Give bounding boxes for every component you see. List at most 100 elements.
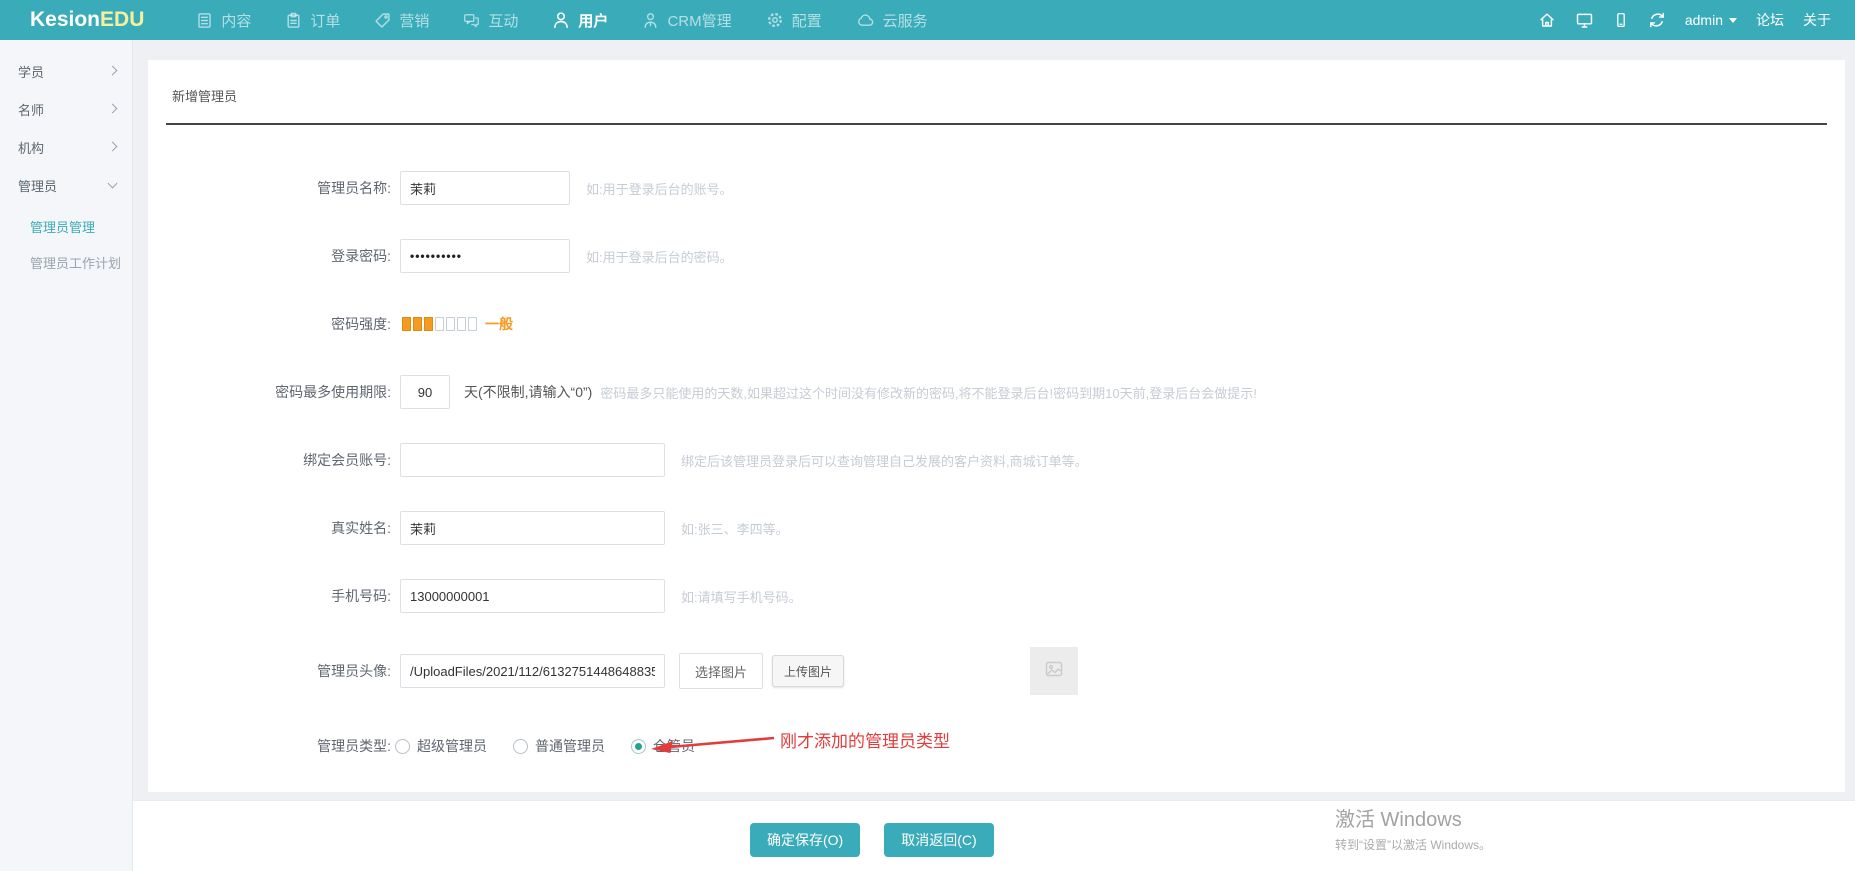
password-expiry-input[interactable] xyxy=(400,375,450,409)
password-strength-level: 一般 xyxy=(485,316,513,332)
admin-name-input[interactable] xyxy=(400,171,570,205)
marketing-icon xyxy=(374,12,391,29)
avatar-label: 管理员头像: xyxy=(317,663,391,679)
nav-item-crm[interactable]: CRM管理 xyxy=(642,10,732,31)
strength-block xyxy=(435,317,444,331)
main-nav: 内容 订单 营销 互动 用户 CRM管理 配置 云服务 xyxy=(196,10,928,31)
choose-image-button[interactable]: 选择图片 xyxy=(679,653,764,689)
password-label: 登录密码: xyxy=(331,248,391,264)
about-link[interactable]: 关于 xyxy=(1803,10,1831,30)
footer-buttons: 确定保存(O) 取消返回(C) xyxy=(750,823,994,857)
top-navbar: KesionEDU 内容 订单 营销 互动 用户 CRM管理 配置 云服务 ad… xyxy=(0,0,1855,40)
mobile-row: 手机号码: 如:请填写手机号码。 xyxy=(148,579,1845,613)
password-expiry-hint: 密码最多只能使用的天数,如果超过这个时间没有修改新的密码,将不能登录后台!密码到… xyxy=(600,385,1257,401)
logo-part-edu: EDU xyxy=(100,8,145,31)
username: admin xyxy=(1684,12,1723,28)
admin-type-option[interactable]: 超级管理员 xyxy=(395,736,487,756)
strength-block xyxy=(413,317,422,331)
chevron-right-icon xyxy=(107,141,118,151)
form-card: 新增管理员 管理员名称: 如:用于登录后台的账号。 登录密码: 如:用于登录后台… xyxy=(148,60,1845,792)
order-icon xyxy=(285,12,302,29)
sidebar-item-label: 管理员 xyxy=(18,178,58,194)
nav-label: 内容 xyxy=(221,12,252,30)
sidebar-item-institutions[interactable]: 机构 xyxy=(0,128,132,166)
nav-item-users[interactable]: 用户 xyxy=(552,10,608,31)
image-placeholder-icon xyxy=(1044,659,1064,684)
nav-label: 营销 xyxy=(399,12,430,30)
password-strength-blocks xyxy=(402,317,479,331)
nav-label: 互动 xyxy=(488,12,519,30)
mobile-input[interactable] xyxy=(400,579,665,613)
avatar-row: 管理员头像: 选择图片 上传图片 xyxy=(148,647,1845,695)
sidebar-item-students[interactable]: 学员 xyxy=(0,52,132,90)
admin-type-option[interactable]: 普通管理员 xyxy=(513,736,605,756)
radio-unchecked-icon[interactable] xyxy=(395,738,410,754)
strength-block xyxy=(424,317,433,331)
cloud-icon xyxy=(856,12,875,29)
content-icon xyxy=(196,12,213,29)
chat-icon xyxy=(463,12,480,29)
app-logo[interactable]: KesionEDU xyxy=(30,8,144,32)
nav-item-marketing[interactable]: 营销 xyxy=(374,10,429,31)
refresh-icon[interactable] xyxy=(1648,11,1666,29)
password-row: 登录密码: 如:用于登录后台的密码。 xyxy=(148,239,1845,273)
home-icon[interactable] xyxy=(1538,11,1556,29)
nav-item-cloud[interactable]: 云服务 xyxy=(856,10,928,31)
member-account-hint: 绑定后该管理员登录后可以查询管理自己发展的客户资料,商城订单等。 xyxy=(681,453,1088,469)
crm-person-icon xyxy=(642,12,659,29)
password-strength-label: 密码强度: xyxy=(331,316,391,332)
footer-bar: 确定保存(O) 取消返回(C) xyxy=(133,800,1855,871)
desktop-icon[interactable] xyxy=(1575,11,1594,29)
chevron-right-icon xyxy=(107,103,118,113)
annotation-arrow-icon xyxy=(650,733,776,764)
real-name-input[interactable] xyxy=(400,511,665,545)
nav-item-content[interactable]: 内容 xyxy=(196,10,251,31)
sidebar-item-administrators[interactable]: 管理员 xyxy=(0,166,132,204)
nav-item-config[interactable]: 配置 xyxy=(766,10,822,31)
nav-label: 云服务 xyxy=(882,12,928,30)
admin-type-label: 管理员类型: xyxy=(317,738,391,754)
caret-down-icon xyxy=(1729,17,1737,23)
main-content: 新增管理员 管理员名称: 如:用于登录后台的账号。 登录密码: 如:用于登录后台… xyxy=(133,40,1855,871)
password-expiry-label: 密码最多使用期限: xyxy=(275,384,391,400)
logo-part-kesion: Kesion xyxy=(30,8,101,31)
nav-label: CRM管理 xyxy=(667,12,732,30)
watermark-line2: 转到“设置”以激活 Windows。 xyxy=(1335,838,1492,852)
sidebar-item-admin-work-plan[interactable]: 管理员工作计划 xyxy=(0,244,132,280)
add-admin-form: 管理员名称: 如:用于登录后台的账号。 登录密码: 如:用于登录后台的密码。 密… xyxy=(148,125,1845,763)
real-name-label: 真实姓名: xyxy=(331,520,391,536)
upload-image-button[interactable]: 上传图片 xyxy=(772,655,845,687)
avatar-preview xyxy=(1030,647,1079,695)
cancel-button[interactable]: 取消返回(C) xyxy=(884,823,994,857)
user-menu[interactable]: admin xyxy=(1685,12,1737,28)
radio-label: 超级管理员 xyxy=(417,738,487,754)
password-strength-row: 密码强度: 一般 xyxy=(148,307,1845,341)
admin-name-hint: 如:用于登录后台的账号。 xyxy=(586,181,733,197)
save-button[interactable]: 确定保存(O) xyxy=(750,823,861,857)
radio-unchecked-icon[interactable] xyxy=(513,738,528,754)
password-expiry-unit: 天(不限制,请输入“0”) xyxy=(464,384,593,400)
real-name-hint: 如:张三、李四等。 xyxy=(681,521,789,537)
mobile-icon[interactable] xyxy=(1613,11,1629,29)
strength-block xyxy=(457,317,466,331)
member-account-label: 绑定会员账号: xyxy=(303,452,391,468)
chevron-right-icon xyxy=(107,65,118,75)
radio-checked-icon[interactable] xyxy=(631,738,646,754)
radio-label: 普通管理员 xyxy=(535,738,605,754)
forum-link[interactable]: 论坛 xyxy=(1756,10,1784,30)
admin-name-label: 管理员名称: xyxy=(317,180,391,196)
admin-name-row: 管理员名称: 如:用于登录后台的账号。 xyxy=(148,171,1845,205)
password-input[interactable] xyxy=(400,239,570,273)
user-icon xyxy=(552,11,570,29)
nav-label: 用户 xyxy=(578,12,609,30)
avatar-path-input[interactable] xyxy=(400,654,665,688)
sidebar-submenu: 管理员管理 管理员工作计划 xyxy=(0,204,132,280)
password-expiry-row: 密码最多使用期限: 天(不限制,请输入“0”) 密码最多只能使用的天数,如果超过… xyxy=(148,375,1845,409)
member-account-input[interactable] xyxy=(400,443,665,477)
nav-item-orders[interactable]: 订单 xyxy=(285,10,340,31)
nav-item-interaction[interactable]: 互动 xyxy=(463,10,518,31)
sidebar: 学员 名师 机构 管理员 管理员管理 管理员工作计划 xyxy=(0,40,133,871)
sidebar-item-teachers[interactable]: 名师 xyxy=(0,90,132,128)
windows-watermark: 激活 Windows 转到“设置”以激活 Windows。 xyxy=(1335,803,1491,853)
sidebar-item-admin-management[interactable]: 管理员管理 xyxy=(0,208,132,244)
